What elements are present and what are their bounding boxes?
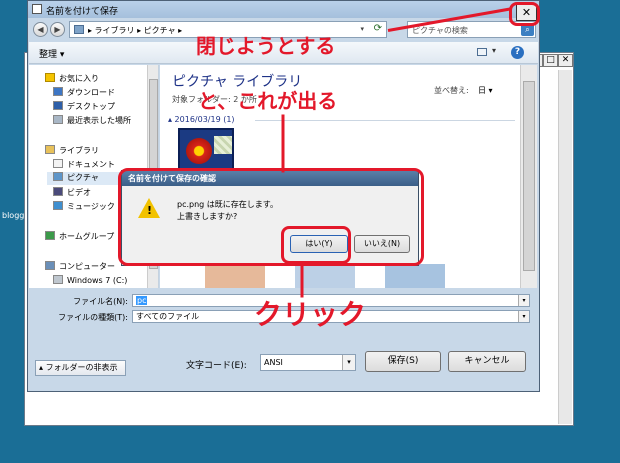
nav-videos[interactable]: ビデオ (53, 187, 91, 200)
yes-highlight-box (281, 226, 351, 264)
chevron-down-icon[interactable]: ▾ (342, 355, 355, 370)
nav-favorites-label: お気に入り (59, 74, 99, 83)
filetype-value: すべてのファイル (136, 312, 200, 321)
desktop-side-text: blogg (2, 211, 25, 220)
nav-documents-label: ドキュメント (67, 160, 115, 169)
search-placeholder: ピクチャの検索 (412, 26, 468, 35)
nav-recent-label: 最近表示した場所 (67, 116, 131, 125)
close-highlight-box (509, 2, 540, 26)
address-dropdown-icon[interactable]: ▾ (360, 25, 364, 33)
pictures-icon (53, 172, 63, 181)
dialog-highlight-box (118, 168, 424, 266)
cancel-button[interactable]: キャンセル (448, 351, 526, 372)
sort-dropdown[interactable]: 日 ▾ (478, 85, 493, 96)
image-thumbnail[interactable] (295, 264, 355, 288)
nav-music-label: ミュージック (67, 202, 115, 211)
filename-value: pc (136, 296, 148, 305)
nav-favorites[interactable]: お気に入り (45, 73, 99, 86)
filetype-label: ファイルの種類(T): (58, 313, 128, 322)
charset-select[interactable]: ANSI ▾ (260, 354, 356, 371)
appear-annotation: と、これが出る (198, 89, 338, 113)
view-dropdown-icon[interactable]: ▾ (492, 46, 496, 55)
nav-pictures-label: ピクチャ (67, 173, 99, 182)
music-icon (53, 201, 63, 210)
homegroup-icon (45, 231, 55, 240)
hide-folders-button[interactable]: ▴ フォルダーの非表示 (35, 360, 126, 376)
bg-scrollbar[interactable] (558, 70, 572, 424)
save-dialog-title: 名前を付けて保存 (46, 7, 119, 17)
bg-close-button[interactable]: ✕ (558, 54, 573, 67)
nav-windows-drive[interactable]: Windows 7 (C:) (53, 275, 127, 288)
nav-homegroup[interactable]: ホームグループ (45, 231, 114, 244)
nav-libraries-label: ライブラリ (59, 146, 99, 155)
nav-computer-label: コンピューター (59, 262, 115, 271)
content-scrollbar[interactable] (520, 65, 537, 288)
bg-maximize-button[interactable]: □ (543, 54, 558, 67)
nav-desktop[interactable]: デスクトップ (53, 101, 115, 114)
chevron-down-icon[interactable]: ▾ (518, 295, 529, 306)
library-icon (74, 25, 84, 34)
flower-image (186, 138, 212, 164)
desktop-icon (53, 101, 63, 110)
content-scroll-thumb[interactable] (523, 81, 535, 271)
close-annotation: 閉じようとする (196, 34, 336, 58)
nav-videos-label: ビデオ (67, 188, 91, 197)
checker-pattern (214, 136, 232, 154)
back-arrow-icon[interactable]: ◀ (33, 22, 48, 37)
group-divider (255, 120, 515, 121)
filename-label: ファイル名(N): (73, 297, 128, 306)
nav-downloads-label: ダウンロード (67, 88, 115, 97)
videos-icon (53, 187, 63, 196)
hide-folders-label: フォルダーの非表示 (45, 363, 118, 372)
organize-menu[interactable]: 整理 ▾ (39, 47, 64, 60)
help-icon[interactable]: ? (511, 46, 524, 59)
nav-homegroup-label: ホームグループ (59, 232, 115, 241)
refresh-icon[interactable]: ⟳ (374, 23, 382, 34)
group-header[interactable]: ▴ 2016/03/19 (1) (168, 115, 235, 124)
charset-value: ANSI (264, 358, 283, 367)
save-button[interactable]: 保存(S) (365, 351, 441, 372)
drive-icon (53, 275, 63, 284)
view-options-icon[interactable] (477, 48, 487, 56)
forward-arrow-icon[interactable]: ▶ (50, 22, 65, 37)
nav-downloads[interactable]: ダウンロード (53, 87, 115, 100)
address-path: ▸ ライブラリ ▸ ピクチャ ▸ (88, 26, 183, 35)
nav-recent[interactable]: 最近表示した場所 (53, 115, 131, 128)
notepad-icon (32, 4, 42, 14)
click-annotation: クリック (254, 298, 367, 331)
recent-places-icon (53, 115, 63, 124)
documents-icon (53, 159, 63, 168)
appear-pointer-line (281, 114, 285, 173)
image-thumbnail[interactable] (205, 264, 265, 288)
nav-desktop-label: デスクトップ (67, 102, 115, 111)
nav-music[interactable]: ミュージック (53, 201, 115, 214)
charset-label: 文字コード(E): (186, 361, 247, 371)
chevron-down-icon[interactable]: ▾ (518, 311, 529, 322)
computer-icon (45, 261, 55, 270)
nav-windows-drive-label: Windows 7 (C:) (67, 276, 128, 285)
sort-label: 並べ替え: (434, 86, 469, 95)
download-folder-icon (53, 87, 63, 96)
image-thumbnail[interactable] (385, 264, 445, 288)
nav-documents[interactable]: ドキュメント (53, 159, 115, 172)
nav-libraries[interactable]: ライブラリ (45, 145, 99, 158)
star-icon (45, 73, 55, 82)
nav-computer[interactable]: コンピューター (45, 261, 115, 274)
library-folder-icon (45, 145, 55, 154)
